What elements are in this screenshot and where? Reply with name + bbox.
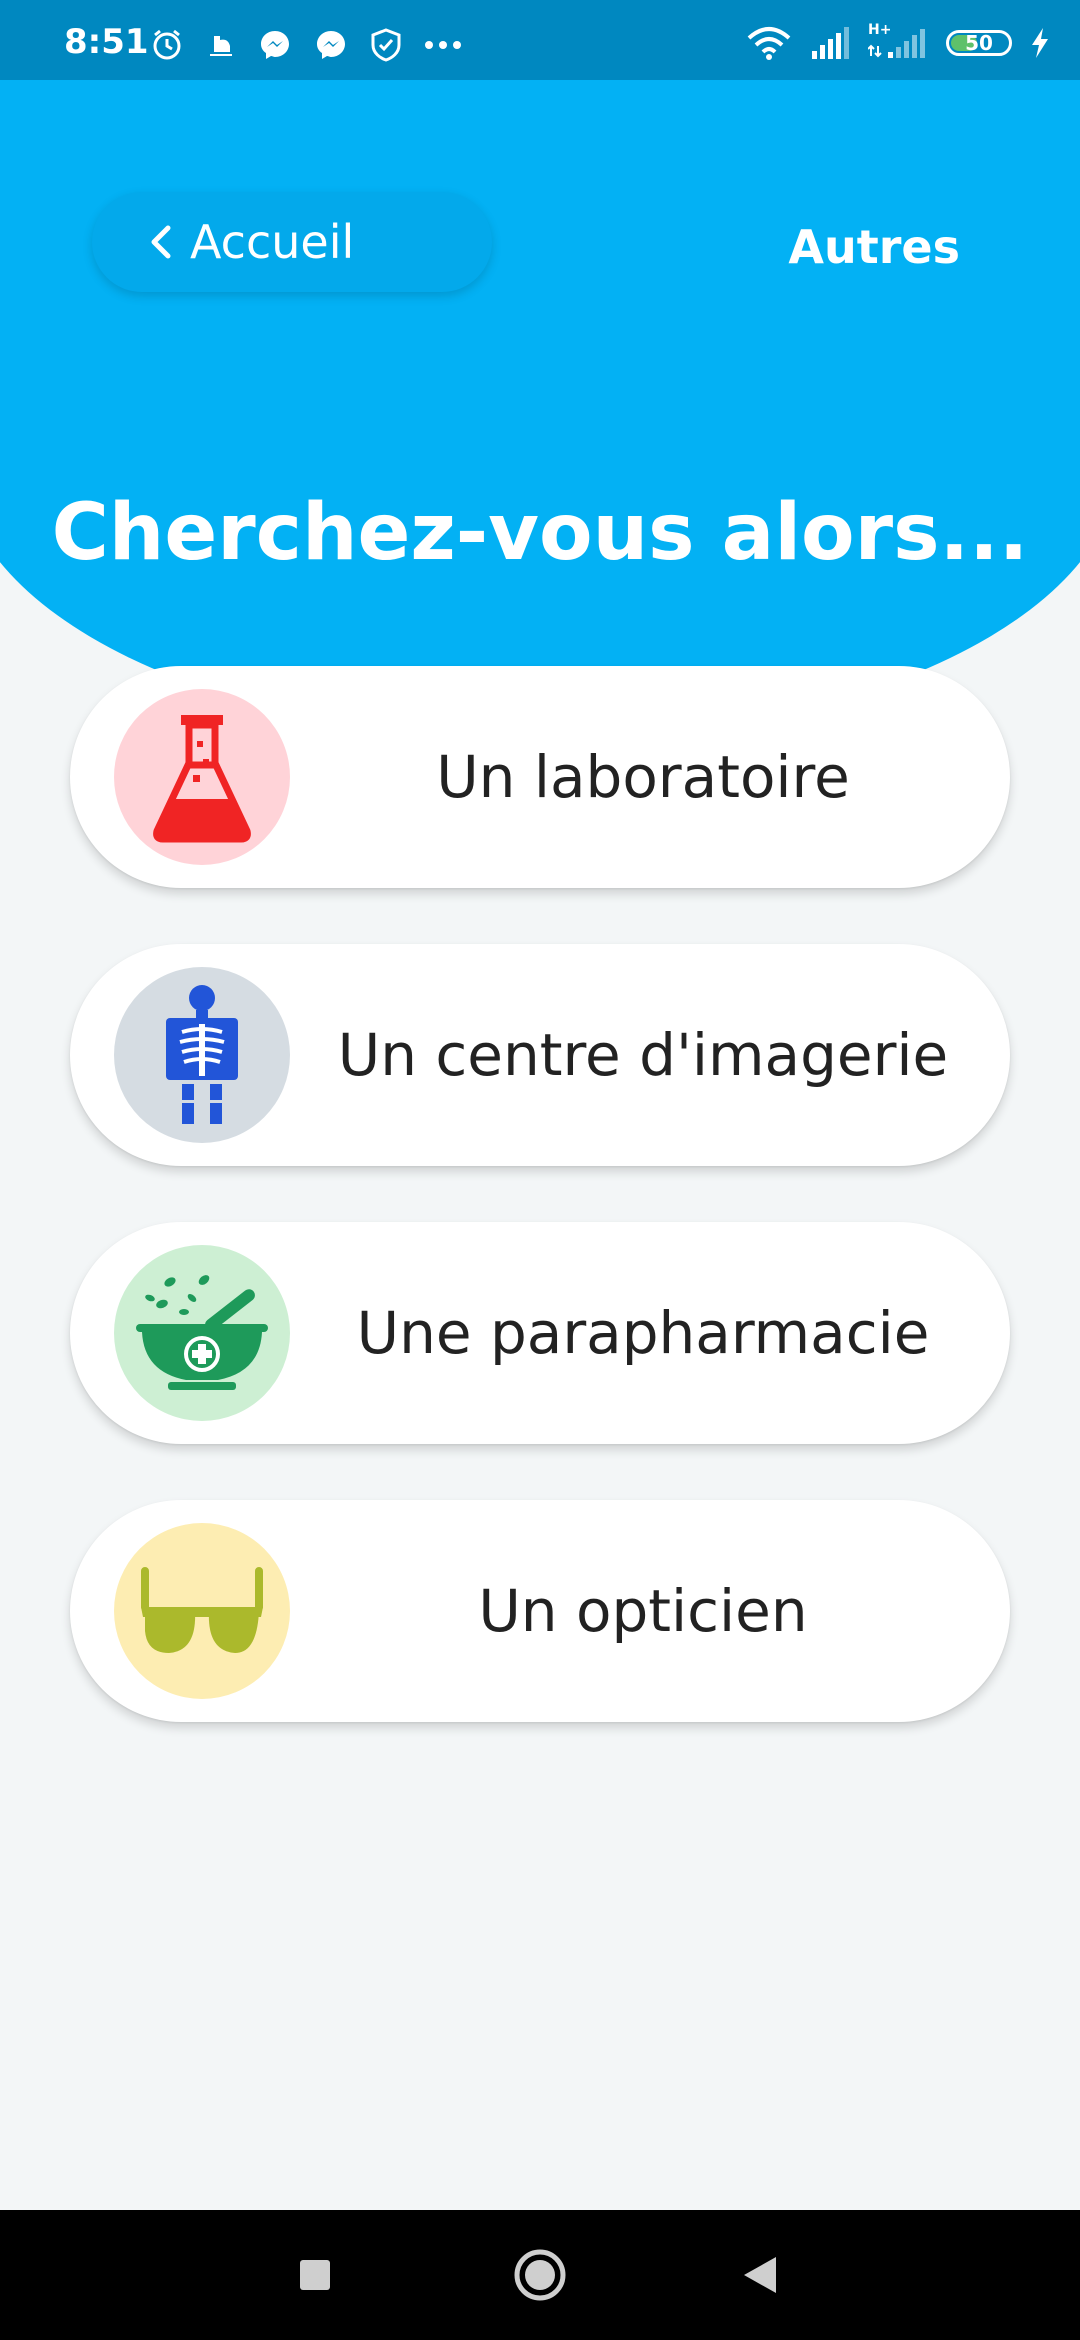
chevron-left-icon [142, 222, 182, 262]
recents-button[interactable] [280, 2210, 350, 2340]
header-background [0, 80, 1080, 740]
back-button-label: Accueil [190, 215, 355, 269]
alarm-icon [153, 29, 181, 60]
glasses-icon [141, 1567, 263, 1653]
option-label: Un centre d'imagerie [337, 1021, 949, 1089]
home-icon [514, 2249, 566, 2301]
system-nav-bar [0, 2210, 1080, 2340]
flask-icon [153, 715, 251, 843]
option-label: Une parapharmacie [356, 1299, 930, 1367]
back-icon [744, 2257, 776, 2293]
status-icons-left [150, 28, 462, 62]
option-imaging-center[interactable]: Un centre d'imagerie [70, 944, 1010, 1166]
page-title: Cherchez-vous alors... [51, 488, 1029, 578]
option-label: Un opticien [478, 1577, 808, 1645]
signal-icon [812, 27, 849, 59]
back-button[interactable]: Accueil [92, 192, 492, 292]
option-icon-circle [114, 1245, 290, 1421]
status-icons-right: H+ 50 [746, 22, 1050, 60]
wifi-icon [747, 27, 791, 60]
shield-icon [371, 28, 401, 62]
option-label: Un laboratoire [436, 743, 850, 811]
more-dots-icon [425, 41, 461, 49]
option-icon-circle [114, 1523, 290, 1699]
home-button[interactable] [505, 2210, 575, 2340]
option-laboratory[interactable]: Un laboratoire [70, 666, 1010, 888]
status-bar: 8:51 H+ 50 [0, 0, 1080, 80]
mortar-pestle-icon [136, 1275, 268, 1390]
weather-icon [210, 36, 232, 56]
xray-icon [166, 985, 238, 1124]
charging-icon [1032, 28, 1048, 58]
option-icon-circle [114, 967, 290, 1143]
messenger-icon [261, 31, 289, 59]
messenger-icon [317, 31, 345, 59]
option-icon-circle [114, 689, 290, 865]
other-link[interactable]: Autres [788, 220, 960, 274]
status-time: 8:51 [64, 22, 149, 62]
battery-text: 50 [965, 31, 993, 55]
recents-icon [300, 2260, 330, 2290]
option-optician[interactable]: Un opticien [70, 1500, 1010, 1722]
option-parapharmacy[interactable]: Une parapharmacie [70, 1222, 1010, 1444]
battery-icon: 50 [946, 30, 1012, 56]
back-nav-button[interactable] [725, 2210, 795, 2340]
signal-hplus-icon: H+ [868, 22, 928, 60]
